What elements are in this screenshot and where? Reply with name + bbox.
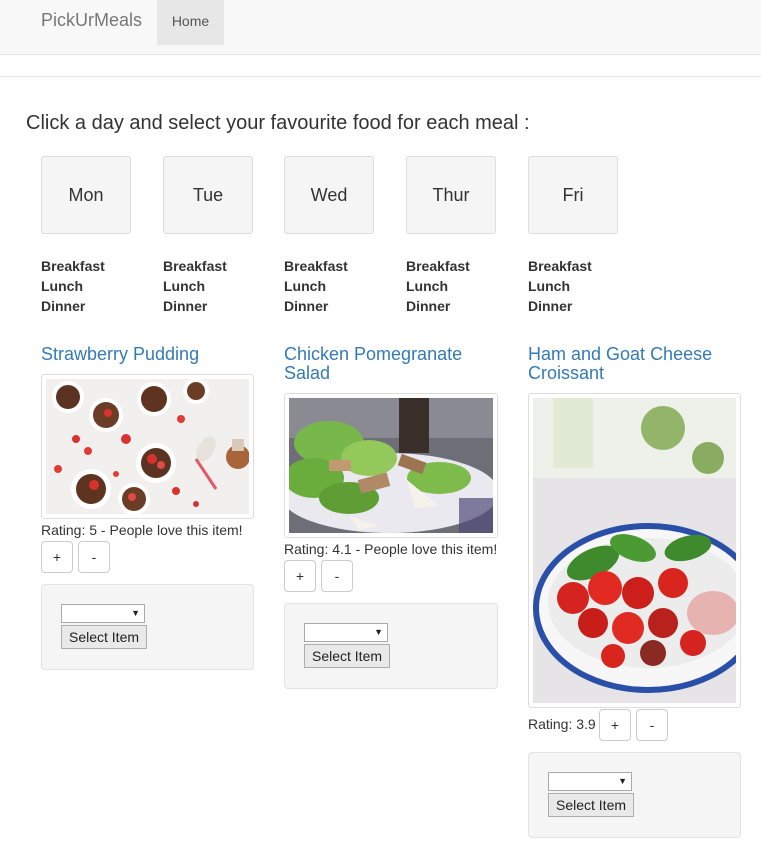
dropdown-arrow-icon: ▼ [618,776,627,786]
rating-text: Rating: 3.9 [528,716,596,732]
strawberry-pudding-photo [46,379,249,514]
meal-dinner[interactable]: Dinner [41,296,105,316]
meal-breakfast[interactable]: Breakfast [406,256,470,276]
food-title-line: Strawberry Pudding [41,344,200,364]
divider [0,76,761,77]
meal-lunch[interactable]: Lunch [284,276,348,296]
rating-decrease-button[interactable]: - [321,560,353,592]
meal-lunch[interactable]: Lunch [528,276,592,296]
meal-lunch[interactable]: Lunch [41,276,105,296]
meal-breakfast[interactable]: Breakfast [528,256,592,276]
food-select[interactable]: ▼ [304,623,388,642]
food-title-line: Salad [284,363,331,383]
select-item-button[interactable]: Select Item [304,644,390,668]
food-title-line: Croissant [528,363,605,383]
dropdown-arrow-icon: ▼ [374,627,383,637]
food-thumbnail [41,374,254,519]
select-item-button[interactable]: Select Item [548,793,634,817]
rating-decrease-button[interactable]: - [636,709,668,741]
meal-dinner[interactable]: Dinner [406,296,470,316]
meal-list-tue: Breakfast Lunch Dinner [163,256,227,316]
food-title-line: Ham and Goat Cheese [528,344,713,364]
food-title-chicken-pomegranate-salad[interactable]: Chicken Pomegranate Salad [284,345,462,383]
food-title-ham-goat-cheese-croissant[interactable]: Ham and Goat Cheese Croissant [528,345,712,383]
day-button-thur[interactable]: Thur [406,156,496,234]
meal-dinner[interactable]: Dinner [284,296,348,316]
food-select[interactable]: ▼ [61,604,145,623]
instructions-heading: Click a day and select your favourite fo… [26,112,530,134]
day-button-wed[interactable]: Wed [284,156,374,234]
day-button-mon[interactable]: Mon [41,156,131,234]
select-panel: ▼ Select Item [528,752,741,838]
rating-increase-button[interactable]: + [599,709,631,741]
food-title-line: Chicken Pomegranate [284,344,463,364]
food-thumbnail [284,393,498,538]
meal-lunch[interactable]: Lunch [406,276,470,296]
meal-dinner[interactable]: Dinner [528,296,592,316]
day-button-tue[interactable]: Tue [163,156,253,234]
select-item-button[interactable]: Select Item [61,625,147,649]
meal-breakfast[interactable]: Breakfast [41,256,105,276]
food-title-strawberry-pudding[interactable]: Strawberry Pudding [41,345,199,364]
rating-text: Rating: 5 - People love this item! [41,522,243,538]
food-select[interactable]: ▼ [548,772,632,791]
meal-lunch[interactable]: Lunch [163,276,227,296]
food-thumbnail [528,393,741,708]
select-panel: ▼ Select Item [284,603,498,689]
rating-increase-button[interactable]: + [41,541,73,573]
meal-breakfast[interactable]: Breakfast [284,256,348,276]
chicken-salad-photo [289,398,493,533]
tomato-salad-photo [533,398,736,703]
nav-home-tab[interactable]: Home [157,0,224,45]
day-button-fri[interactable]: Fri [528,156,618,234]
meal-list-fri: Breakfast Lunch Dinner [528,256,592,316]
brand-link[interactable]: PickUrMeals [41,10,142,30]
select-panel: ▼ Select Item [41,584,254,670]
meal-list-mon: Breakfast Lunch Dinner [41,256,105,316]
meal-dinner[interactable]: Dinner [163,296,227,316]
rating-increase-button[interactable]: + [284,560,316,592]
meal-list-thur: Breakfast Lunch Dinner [406,256,470,316]
dropdown-arrow-icon: ▼ [131,608,140,618]
meal-breakfast[interactable]: Breakfast [163,256,227,276]
rating-text: Rating: 4.1 - People love this item! [284,541,498,557]
rating-decrease-button[interactable]: - [78,541,110,573]
navbar: PickUrMeals Home [0,0,761,55]
meal-list-wed: Breakfast Lunch Dinner [284,256,348,316]
